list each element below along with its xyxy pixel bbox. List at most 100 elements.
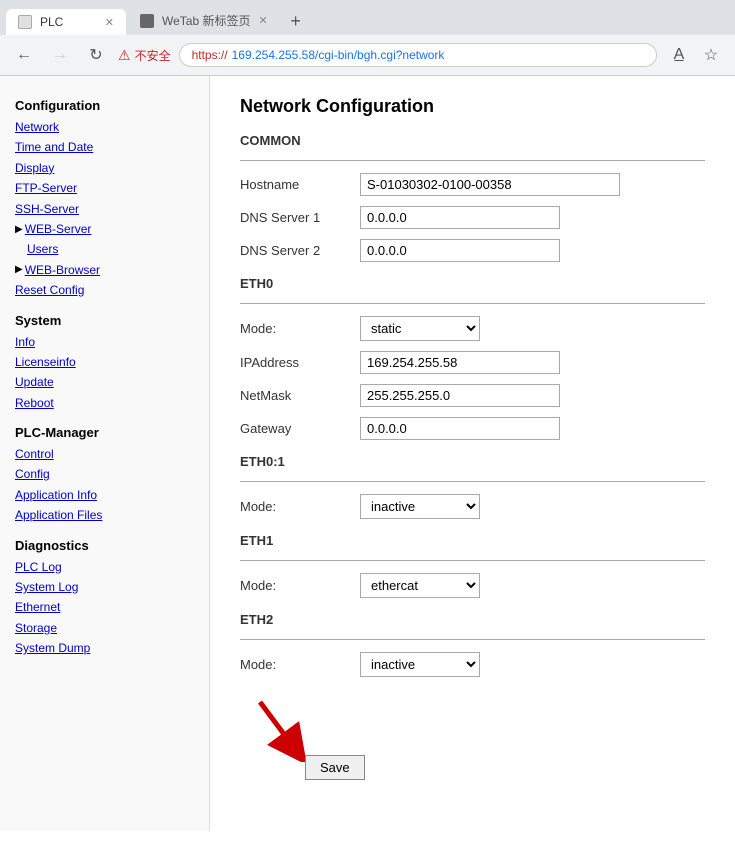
gateway-label: Gateway	[240, 421, 360, 436]
eth1-mode-row: Mode: ethercat static dhcp inactive	[240, 573, 705, 598]
eth0-mode-label: Mode:	[240, 321, 360, 336]
tab-plc[interactable]: PLC ✕	[6, 9, 126, 35]
url-path: 169.254.255.58/cgi-bin/bgh.cgi?network	[232, 48, 445, 62]
main-content: Network Configuration COMMON Hostname DN…	[210, 76, 735, 831]
sidebar-link-appfiles[interactable]: Application Files	[15, 505, 194, 525]
tab-bar: PLC ✕ WeTab 新标签页 ✕ +	[0, 0, 735, 35]
sidebar-link-syslog[interactable]: System Log	[15, 577, 194, 597]
sidebar-link-webserver[interactable]: WEB-Server	[25, 219, 92, 239]
warning-icon: ⚠	[118, 47, 131, 64]
sidebar-link-control[interactable]: Control	[15, 444, 194, 464]
ipaddress-row: IPAddress	[240, 351, 705, 374]
eth1-section-label: ETH1	[240, 533, 705, 548]
hostname-row: Hostname	[240, 173, 705, 196]
eth01-mode-select[interactable]: inactive static dhcp	[360, 494, 480, 519]
address-bar: ← → ↻ ⚠ 不安全 https:// 169.254.255.58/cgi-b…	[0, 35, 735, 75]
config-section-title: Configuration	[15, 98, 194, 113]
sidebar-link-sysdump[interactable]: System Dump	[15, 638, 194, 658]
webbrowser-arrow: ▶	[15, 264, 23, 275]
netmask-label: NetMask	[240, 388, 360, 403]
red-arrow-icon	[240, 697, 330, 762]
ipaddress-input[interactable]	[360, 351, 560, 374]
sidebar-link-network[interactable]: Network	[15, 117, 194, 137]
eth0-mode-select[interactable]: static dhcp inactive	[360, 316, 480, 341]
ipaddress-label: IPAddress	[240, 355, 360, 370]
sidebar-link-sshserver[interactable]: SSH-Server	[15, 199, 194, 219]
page-title: Network Configuration	[240, 96, 705, 117]
translate-icon[interactable]: A̲	[665, 41, 693, 69]
eth01-mode-row: Mode: inactive static dhcp	[240, 494, 705, 519]
system-section-title: System	[15, 313, 194, 328]
tab-plc-close[interactable]: ✕	[105, 16, 114, 29]
eth1-divider	[240, 560, 705, 561]
eth01-section-label: ETH0:1	[240, 454, 705, 469]
security-label: 不安全	[135, 47, 171, 64]
eth01-divider	[240, 481, 705, 482]
sidebar-link-info[interactable]: Info	[15, 332, 194, 352]
toolbar-icons: A̲ ☆	[665, 41, 725, 69]
dns1-label: DNS Server 1	[240, 210, 360, 225]
save-section: Save	[240, 697, 705, 767]
diagnostics-section-title: Diagnostics	[15, 538, 194, 553]
eth2-mode-label: Mode:	[240, 657, 360, 672]
hostname-input[interactable]	[360, 173, 620, 196]
browser-chrome: PLC ✕ WeTab 新标签页 ✕ + ← → ↻ ⚠ 不安全 https:/…	[0, 0, 735, 76]
webserver-arrow: ▶	[15, 224, 23, 235]
eth1-mode-select[interactable]: ethercat static dhcp inactive	[360, 573, 480, 598]
sidebar-webbrowser-item: ▶ WEB-Browser	[15, 260, 194, 280]
eth0-mode-row: Mode: static dhcp inactive	[240, 316, 705, 341]
sidebar-link-plclog[interactable]: PLC Log	[15, 557, 194, 577]
save-button[interactable]: Save	[305, 755, 365, 780]
tab-wetab-icon	[140, 14, 154, 28]
eth01-mode-label: Mode:	[240, 499, 360, 514]
sidebar-link-users[interactable]: Users	[15, 239, 194, 259]
sidebar-link-ftpserver[interactable]: FTP-Server	[15, 178, 194, 198]
eth2-mode-row: Mode: inactive static dhcp ethercat	[240, 652, 705, 677]
url-bar[interactable]: https:// 169.254.255.58/cgi-bin/bgh.cgi?n…	[179, 43, 657, 67]
tab-wetab-close[interactable]: ✕	[258, 14, 267, 27]
reload-button[interactable]: ↻	[82, 41, 110, 69]
sidebar-webserver-item: ▶ WEB-Server	[15, 219, 194, 239]
back-button[interactable]: ←	[10, 41, 38, 69]
sidebar-link-appinfo[interactable]: Application Info	[15, 485, 194, 505]
sidebar-link-licenseinfo[interactable]: Licenseinfo	[15, 352, 194, 372]
gateway-row: Gateway	[240, 417, 705, 440]
eth2-divider	[240, 639, 705, 640]
tab-plc-label: PLC	[40, 15, 63, 29]
netmask-input[interactable]	[360, 384, 560, 407]
eth1-mode-label: Mode:	[240, 578, 360, 593]
new-tab-button[interactable]: +	[282, 7, 310, 35]
hostname-label: Hostname	[240, 177, 360, 192]
sidebar-link-timedate[interactable]: Time and Date	[15, 137, 194, 157]
security-warning: ⚠ 不安全	[118, 47, 171, 64]
url-protocol: https://	[192, 48, 228, 62]
sidebar-link-webbrowser[interactable]: WEB-Browser	[25, 260, 100, 280]
eth2-section-label: ETH2	[240, 612, 705, 627]
sidebar-link-ethernet[interactable]: Ethernet	[15, 597, 194, 617]
netmask-row: NetMask	[240, 384, 705, 407]
dns2-row: DNS Server 2	[240, 239, 705, 262]
sidebar-link-config[interactable]: Config	[15, 464, 194, 484]
dns1-input[interactable]	[360, 206, 560, 229]
sidebar-link-storage[interactable]: Storage	[15, 618, 194, 638]
eth0-divider	[240, 303, 705, 304]
sidebar-link-reboot[interactable]: Reboot	[15, 393, 194, 413]
eth0-section-label: ETH0	[240, 276, 705, 291]
gateway-input[interactable]	[360, 417, 560, 440]
page-wrapper: Configuration Network Time and Date Disp…	[0, 76, 735, 831]
dns2-input[interactable]	[360, 239, 560, 262]
sidebar-link-update[interactable]: Update	[15, 372, 194, 392]
bookmark-icon[interactable]: ☆	[697, 41, 725, 69]
plcmanager-section-title: PLC-Manager	[15, 425, 194, 440]
common-divider	[240, 160, 705, 161]
sidebar-link-display[interactable]: Display	[15, 158, 194, 178]
tab-wetab-label: WeTab 新标签页	[162, 12, 250, 29]
dns2-label: DNS Server 2	[240, 243, 360, 258]
tab-wetab[interactable]: WeTab 新标签页 ✕	[128, 6, 280, 35]
sidebar-link-resetconfig[interactable]: Reset Config	[15, 280, 194, 300]
eth2-mode-select[interactable]: inactive static dhcp ethercat	[360, 652, 480, 677]
dns1-row: DNS Server 1	[240, 206, 705, 229]
common-section-label: COMMON	[240, 133, 705, 148]
tab-plc-icon	[18, 15, 32, 29]
forward-button[interactable]: →	[46, 41, 74, 69]
